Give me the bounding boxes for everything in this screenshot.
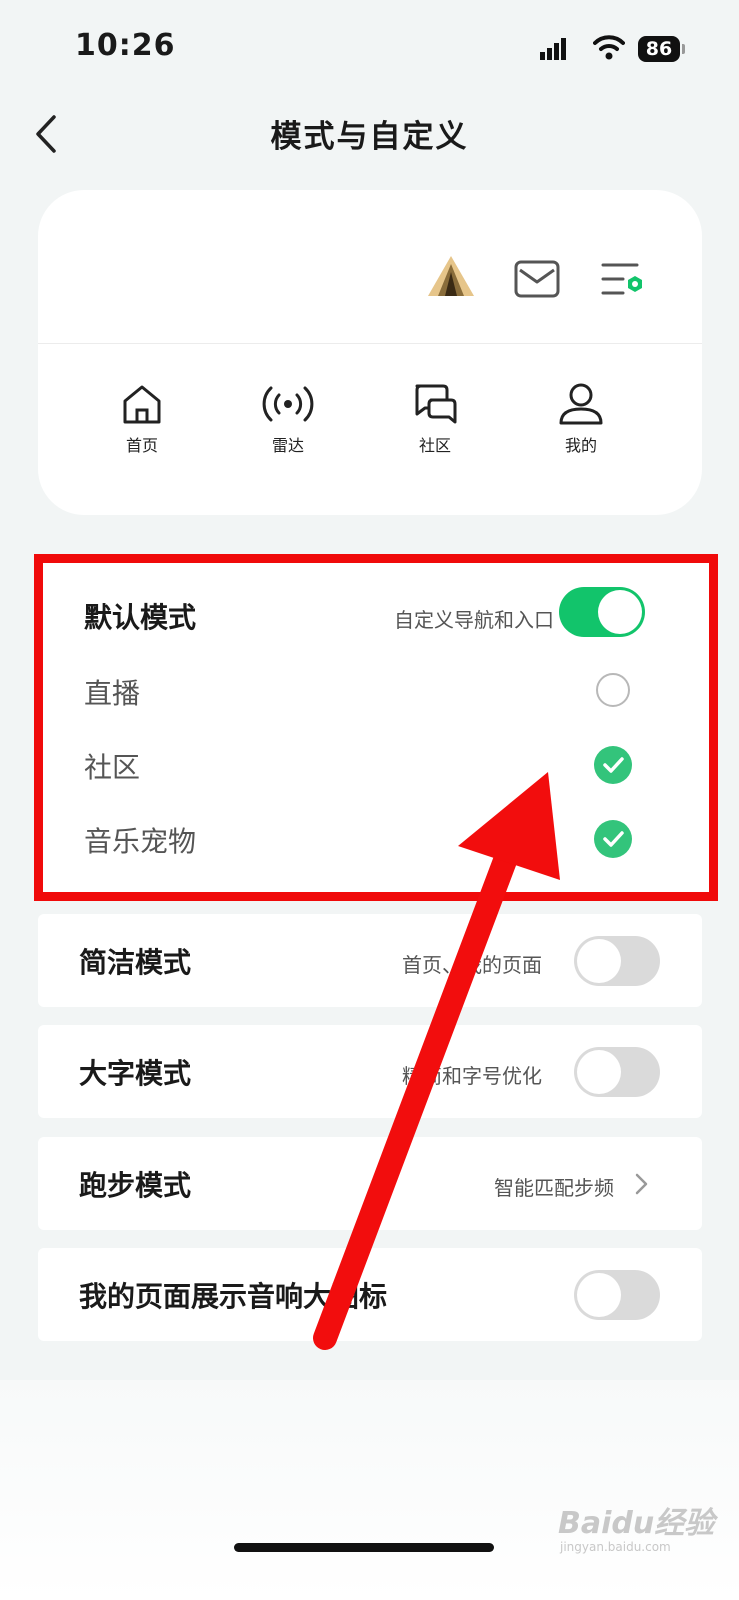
option-label: 直播: [84, 677, 141, 710]
tab-label: 雷达: [271, 436, 304, 455]
battery-indicator: 86: [638, 36, 680, 62]
speaker-icon-row[interactable]: 我的页面展示音响大图标: [38, 1248, 702, 1341]
tab-label: 首页: [125, 436, 158, 455]
status-bar: 10:26 86: [0, 0, 739, 95]
simple-mode-row[interactable]: 简洁模式 首页、我的页面: [38, 914, 702, 1007]
signal-icon: [540, 38, 566, 60]
simple-mode-desc: 首页、我的页面: [402, 953, 542, 977]
battery-tip: [682, 44, 685, 54]
option-label: 音乐宠物: [84, 825, 197, 858]
watermark-logo: Baidu经验: [558, 1506, 715, 1541]
tab-community[interactable]: 社区: [395, 382, 475, 456]
settings-menu-icon[interactable]: [601, 262, 647, 298]
tent-icon[interactable]: [426, 254, 476, 298]
speaker-icon-toggle[interactable]: [574, 1270, 660, 1320]
profile-icon: [559, 383, 603, 425]
watermark-url: jingyan.baidu.com: [560, 1540, 671, 1554]
large-font-mode-desc: 精简和字号优化: [402, 1064, 542, 1088]
chevron-right-icon: [635, 1173, 648, 1195]
tab-radar[interactable]: 雷达: [248, 382, 328, 456]
simple-mode-toggle[interactable]: [574, 936, 660, 986]
toggle-knob: [598, 590, 642, 634]
toggle-knob: [577, 939, 621, 983]
tab-label: 社区: [418, 436, 451, 455]
toggle-knob: [577, 1273, 621, 1317]
large-font-mode-row[interactable]: 大字模式 精简和字号优化: [38, 1025, 702, 1118]
default-mode-title: 默认模式: [84, 601, 197, 634]
default-mode-section: 默认模式 自定义导航和入口 直播 社区 音乐宠物: [34, 554, 718, 901]
default-mode-toggle[interactable]: [559, 587, 645, 637]
nav-bar: 模式与自定义: [0, 95, 739, 173]
speaker-icon-title: 我的页面展示音响大图标: [79, 1280, 388, 1313]
tab-profile[interactable]: 我的: [541, 382, 621, 456]
preview-divider: [38, 343, 702, 344]
navigation-preview-card: 首页 雷达 社区 我的: [38, 190, 702, 515]
home-indicator: [234, 1543, 494, 1552]
bottom-fade: [0, 1380, 739, 1600]
mail-icon[interactable]: [514, 260, 560, 298]
wifi-icon: [593, 35, 625, 60]
tab-home[interactable]: 首页: [102, 382, 182, 456]
toggle-knob: [577, 1050, 621, 1094]
community-icon: [415, 384, 457, 424]
home-icon: [123, 385, 161, 424]
running-mode-desc: 智能匹配步频: [494, 1176, 614, 1200]
large-font-mode-title: 大字模式: [79, 1057, 192, 1090]
default-mode-desc: 自定义导航和入口: [394, 608, 554, 632]
check-icon: [603, 831, 624, 847]
large-font-mode-toggle[interactable]: [574, 1047, 660, 1097]
option-radio-checked[interactable]: [594, 820, 632, 858]
page-title: 模式与自定义: [270, 119, 469, 155]
option-radio-unchecked[interactable]: [596, 673, 630, 707]
running-mode-row[interactable]: 跑步模式 智能匹配步频: [38, 1137, 702, 1230]
simple-mode-title: 简洁模式: [79, 946, 192, 979]
option-radio-checked[interactable]: [594, 746, 632, 784]
tab-label: 我的: [564, 436, 597, 455]
status-time: 10:26: [75, 28, 176, 63]
option-label: 社区: [84, 751, 141, 784]
running-mode-title: 跑步模式: [79, 1169, 192, 1202]
radar-icon: [262, 386, 314, 422]
check-icon: [603, 757, 624, 773]
